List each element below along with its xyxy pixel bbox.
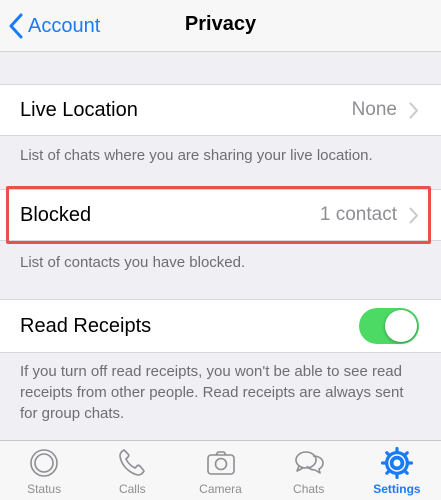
read-receipts-label: Read Receipts	[20, 314, 152, 337]
page-title: Privacy	[184, 13, 257, 35]
read-receipts-row: Read Receipts	[0, 299, 441, 353]
live-location-footer: List of chats where you are sharing your…	[20, 147, 373, 164]
tab-chats[interactable]: Chats	[265, 441, 353, 500]
live-location-value: None	[351, 99, 397, 120]
tab-settings[interactable]: Settings	[353, 441, 441, 500]
read-receipts-toggle[interactable]	[359, 308, 419, 344]
camera-icon	[206, 451, 235, 475]
tab-camera[interactable]: Camera	[176, 441, 264, 500]
live-location-label: Live Location	[20, 98, 138, 121]
tab-label: Settings	[373, 482, 421, 496]
chevron-right-icon	[409, 102, 418, 118]
tab-calls[interactable]: Calls	[88, 441, 176, 500]
tab-label: Chats	[293, 482, 325, 496]
tab-label: Camera	[199, 482, 242, 496]
privacy-screen: Account Privacy Live Location None List …	[0, 0, 441, 500]
chevron-right-icon	[409, 207, 418, 223]
blocked-label: Blocked	[20, 203, 92, 226]
phone-icon	[119, 449, 146, 476]
blocked-footer: List of contacts you have blocked.	[20, 254, 246, 271]
tab-bar: Status Calls Camera Chats Settings	[0, 440, 441, 500]
toggle-knob	[385, 310, 417, 342]
tab-label: Status	[27, 482, 62, 496]
tab-label: Calls	[118, 482, 146, 496]
tab-status[interactable]: Status	[0, 441, 88, 500]
read-receipts-footer: If you turn off read receipts, you won't…	[20, 363, 404, 422]
gear-icon	[380, 447, 413, 479]
chat-bubbles-icon	[294, 451, 324, 474]
navigation-bar: Account Privacy	[0, 0, 441, 52]
status-icon	[30, 449, 58, 477]
blocked-value: 1 contact	[319, 204, 397, 225]
blocked-row[interactable]: Blocked 1 contact	[0, 189, 441, 241]
live-location-row[interactable]: Live Location None	[0, 84, 441, 136]
